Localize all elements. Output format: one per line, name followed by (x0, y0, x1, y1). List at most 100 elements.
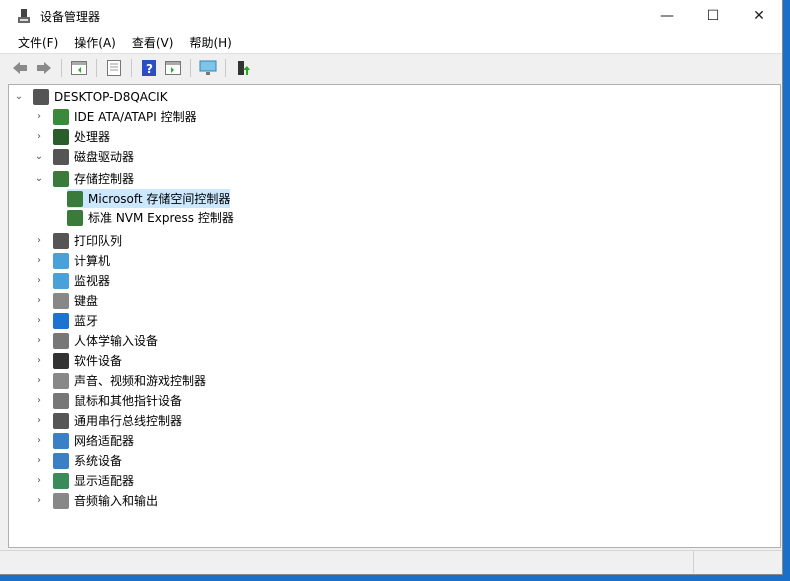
menu-view[interactable]: 查看(V) (124, 34, 182, 51)
device-tree[interactable]: ⌄ DESKTOP-D8QACIK › IDE ATA/ATAPI 控制器 › 处理器 ⌄ 磁… (8, 84, 781, 548)
tree-item[interactable]: › IDE ATA/ATAPI 控制器 (33, 107, 197, 126)
tree-item-label: 声音、视频和游戏控制器 (74, 374, 207, 388)
tree-item-label: 通用串行总线控制器 (74, 414, 183, 428)
tree-item[interactable]: › 软件设备 (33, 351, 122, 370)
tree-item-label: DESKTOP-D8QACIK (54, 89, 168, 104)
tree-item-label: 存储控制器 (74, 172, 135, 186)
chevron-down-icon[interactable]: ⌄ (33, 173, 45, 184)
device-category-icon (53, 332, 69, 349)
device-category-icon (53, 128, 69, 145)
device-category-icon (67, 209, 83, 226)
chevron-right-icon[interactable]: › (33, 111, 45, 122)
menu-help[interactable]: 帮助(H) (181, 34, 239, 51)
tree-item-label: IDE ATA/ATAPI 控制器 (74, 110, 197, 124)
device-manager-window: 设备管理器 — ☐ ✕ 文件(F) 操作(A) 查看(V) 帮助(H) ? ⌄ D… (0, 0, 783, 575)
device-category-icon (53, 148, 69, 165)
properties-icon (107, 60, 121, 76)
tree-item-label: 软件设备 (74, 354, 123, 368)
tree-item[interactable]: › 计算机 (33, 251, 110, 270)
tree-item[interactable]: › 声音、视频和游戏控制器 (33, 371, 206, 390)
device-category-icon (53, 108, 69, 125)
tree-item-label: 蓝牙 (74, 314, 99, 328)
tree-item[interactable]: › 处理器 (33, 127, 110, 146)
action-pane-button[interactable] (163, 58, 183, 78)
chevron-down-icon[interactable]: ⌄ (33, 151, 45, 162)
device-category-icon (33, 88, 49, 105)
tree-item[interactable]: › 监视器 (33, 271, 110, 290)
title-bar: 设备管理器 — ☐ ✕ (0, 0, 782, 32)
monitor-scan-icon (199, 60, 217, 75)
tree-item[interactable]: › 打印队列 (33, 231, 122, 250)
tree-item-label: 音频输入和输出 (74, 494, 159, 508)
chevron-right-icon[interactable]: › (33, 335, 45, 346)
chevron-right-icon[interactable]: › (33, 235, 45, 246)
arrow-left-icon (13, 62, 27, 74)
chevron-right-icon[interactable]: › (33, 495, 45, 506)
tree-item[interactable]: › 人体学输入设备 (33, 331, 158, 350)
tree-child-item[interactable]: 标准 NVM Express 控制器 (67, 208, 234, 227)
scan-hardware-button[interactable] (198, 58, 218, 78)
maximize-button[interactable]: ☐ (690, 0, 736, 32)
help-icon: ? (142, 60, 156, 76)
chevron-right-icon[interactable]: › (33, 255, 45, 266)
chevron-down-icon[interactable]: ⌄ (13, 91, 25, 102)
tree-item-label: Microsoft 存储空间控制器 (88, 192, 231, 206)
tree-item-label: 计算机 (74, 254, 111, 268)
device-category-icon (53, 252, 69, 269)
device-category-icon (53, 272, 69, 289)
device-category-icon (53, 492, 69, 509)
svg-text:?: ? (146, 62, 153, 76)
tree-item[interactable]: › 网络适配器 (33, 431, 134, 450)
help-button[interactable]: ? (139, 58, 159, 78)
console-tree-icon (71, 61, 87, 75)
tree-item-label: 磁盘驱动器 (74, 150, 135, 164)
chevron-right-icon[interactable]: › (33, 375, 45, 386)
console-tree-button[interactable] (69, 58, 89, 78)
menu-action[interactable]: 操作(A) (66, 34, 124, 51)
properties-button[interactable] (104, 58, 124, 78)
device-category-icon (53, 170, 69, 187)
tree-item[interactable]: › 系统设备 (33, 451, 122, 470)
chevron-right-icon[interactable]: › (33, 455, 45, 466)
tree-item[interactable]: ⌄ 磁盘驱动器 (33, 147, 134, 166)
tree-child-item[interactable]: Microsoft 存储空间控制器 (67, 189, 231, 208)
tree-item[interactable]: › 键盘 (33, 291, 98, 310)
device-category-icon (53, 392, 69, 409)
tree-root[interactable]: ⌄ DESKTOP-D8QACIK (13, 87, 168, 106)
device-manager-icon (18, 9, 30, 23)
tree-item-label: 显示适配器 (74, 474, 135, 488)
close-button[interactable]: ✕ (736, 0, 782, 32)
chevron-right-icon[interactable]: › (33, 275, 45, 286)
tree-item[interactable]: › 音频输入和输出 (33, 491, 158, 510)
chevron-right-icon[interactable]: › (33, 475, 45, 486)
device-category-icon (67, 190, 83, 207)
device-category-icon (53, 452, 69, 469)
status-pane-secondary (694, 551, 782, 573)
tree-item[interactable]: › 通用串行总线控制器 (33, 411, 182, 430)
chevron-right-icon[interactable]: › (33, 295, 45, 306)
tree-item-label: 键盘 (74, 294, 99, 308)
tree-item[interactable]: › 显示适配器 (33, 471, 134, 490)
forward-button[interactable] (34, 58, 54, 78)
action-pane-icon (165, 61, 181, 75)
tree-item[interactable]: › 鼠标和其他指针设备 (33, 391, 182, 410)
chevron-right-icon[interactable]: › (33, 415, 45, 426)
chevron-right-icon[interactable]: › (33, 355, 45, 366)
status-bar (0, 550, 782, 573)
tree-item-label: 打印队列 (74, 234, 123, 248)
update-driver-button[interactable] (233, 58, 253, 78)
tree-item[interactable]: › 蓝牙 (33, 311, 98, 330)
minimize-button[interactable]: — (644, 0, 690, 32)
back-button[interactable] (10, 58, 30, 78)
chevron-right-icon[interactable]: › (33, 435, 45, 446)
device-category-icon (53, 232, 69, 249)
toolbar: ? (0, 55, 782, 81)
device-category-icon (53, 472, 69, 489)
tree-item[interactable]: ⌄ 存储控制器 (33, 169, 134, 188)
device-category-icon (53, 412, 69, 429)
chevron-right-icon[interactable]: › (33, 395, 45, 406)
chevron-right-icon[interactable]: › (33, 315, 45, 326)
menu-file[interactable]: 文件(F) (10, 34, 66, 51)
chevron-right-icon[interactable]: › (33, 131, 45, 142)
device-category-icon (53, 312, 69, 329)
